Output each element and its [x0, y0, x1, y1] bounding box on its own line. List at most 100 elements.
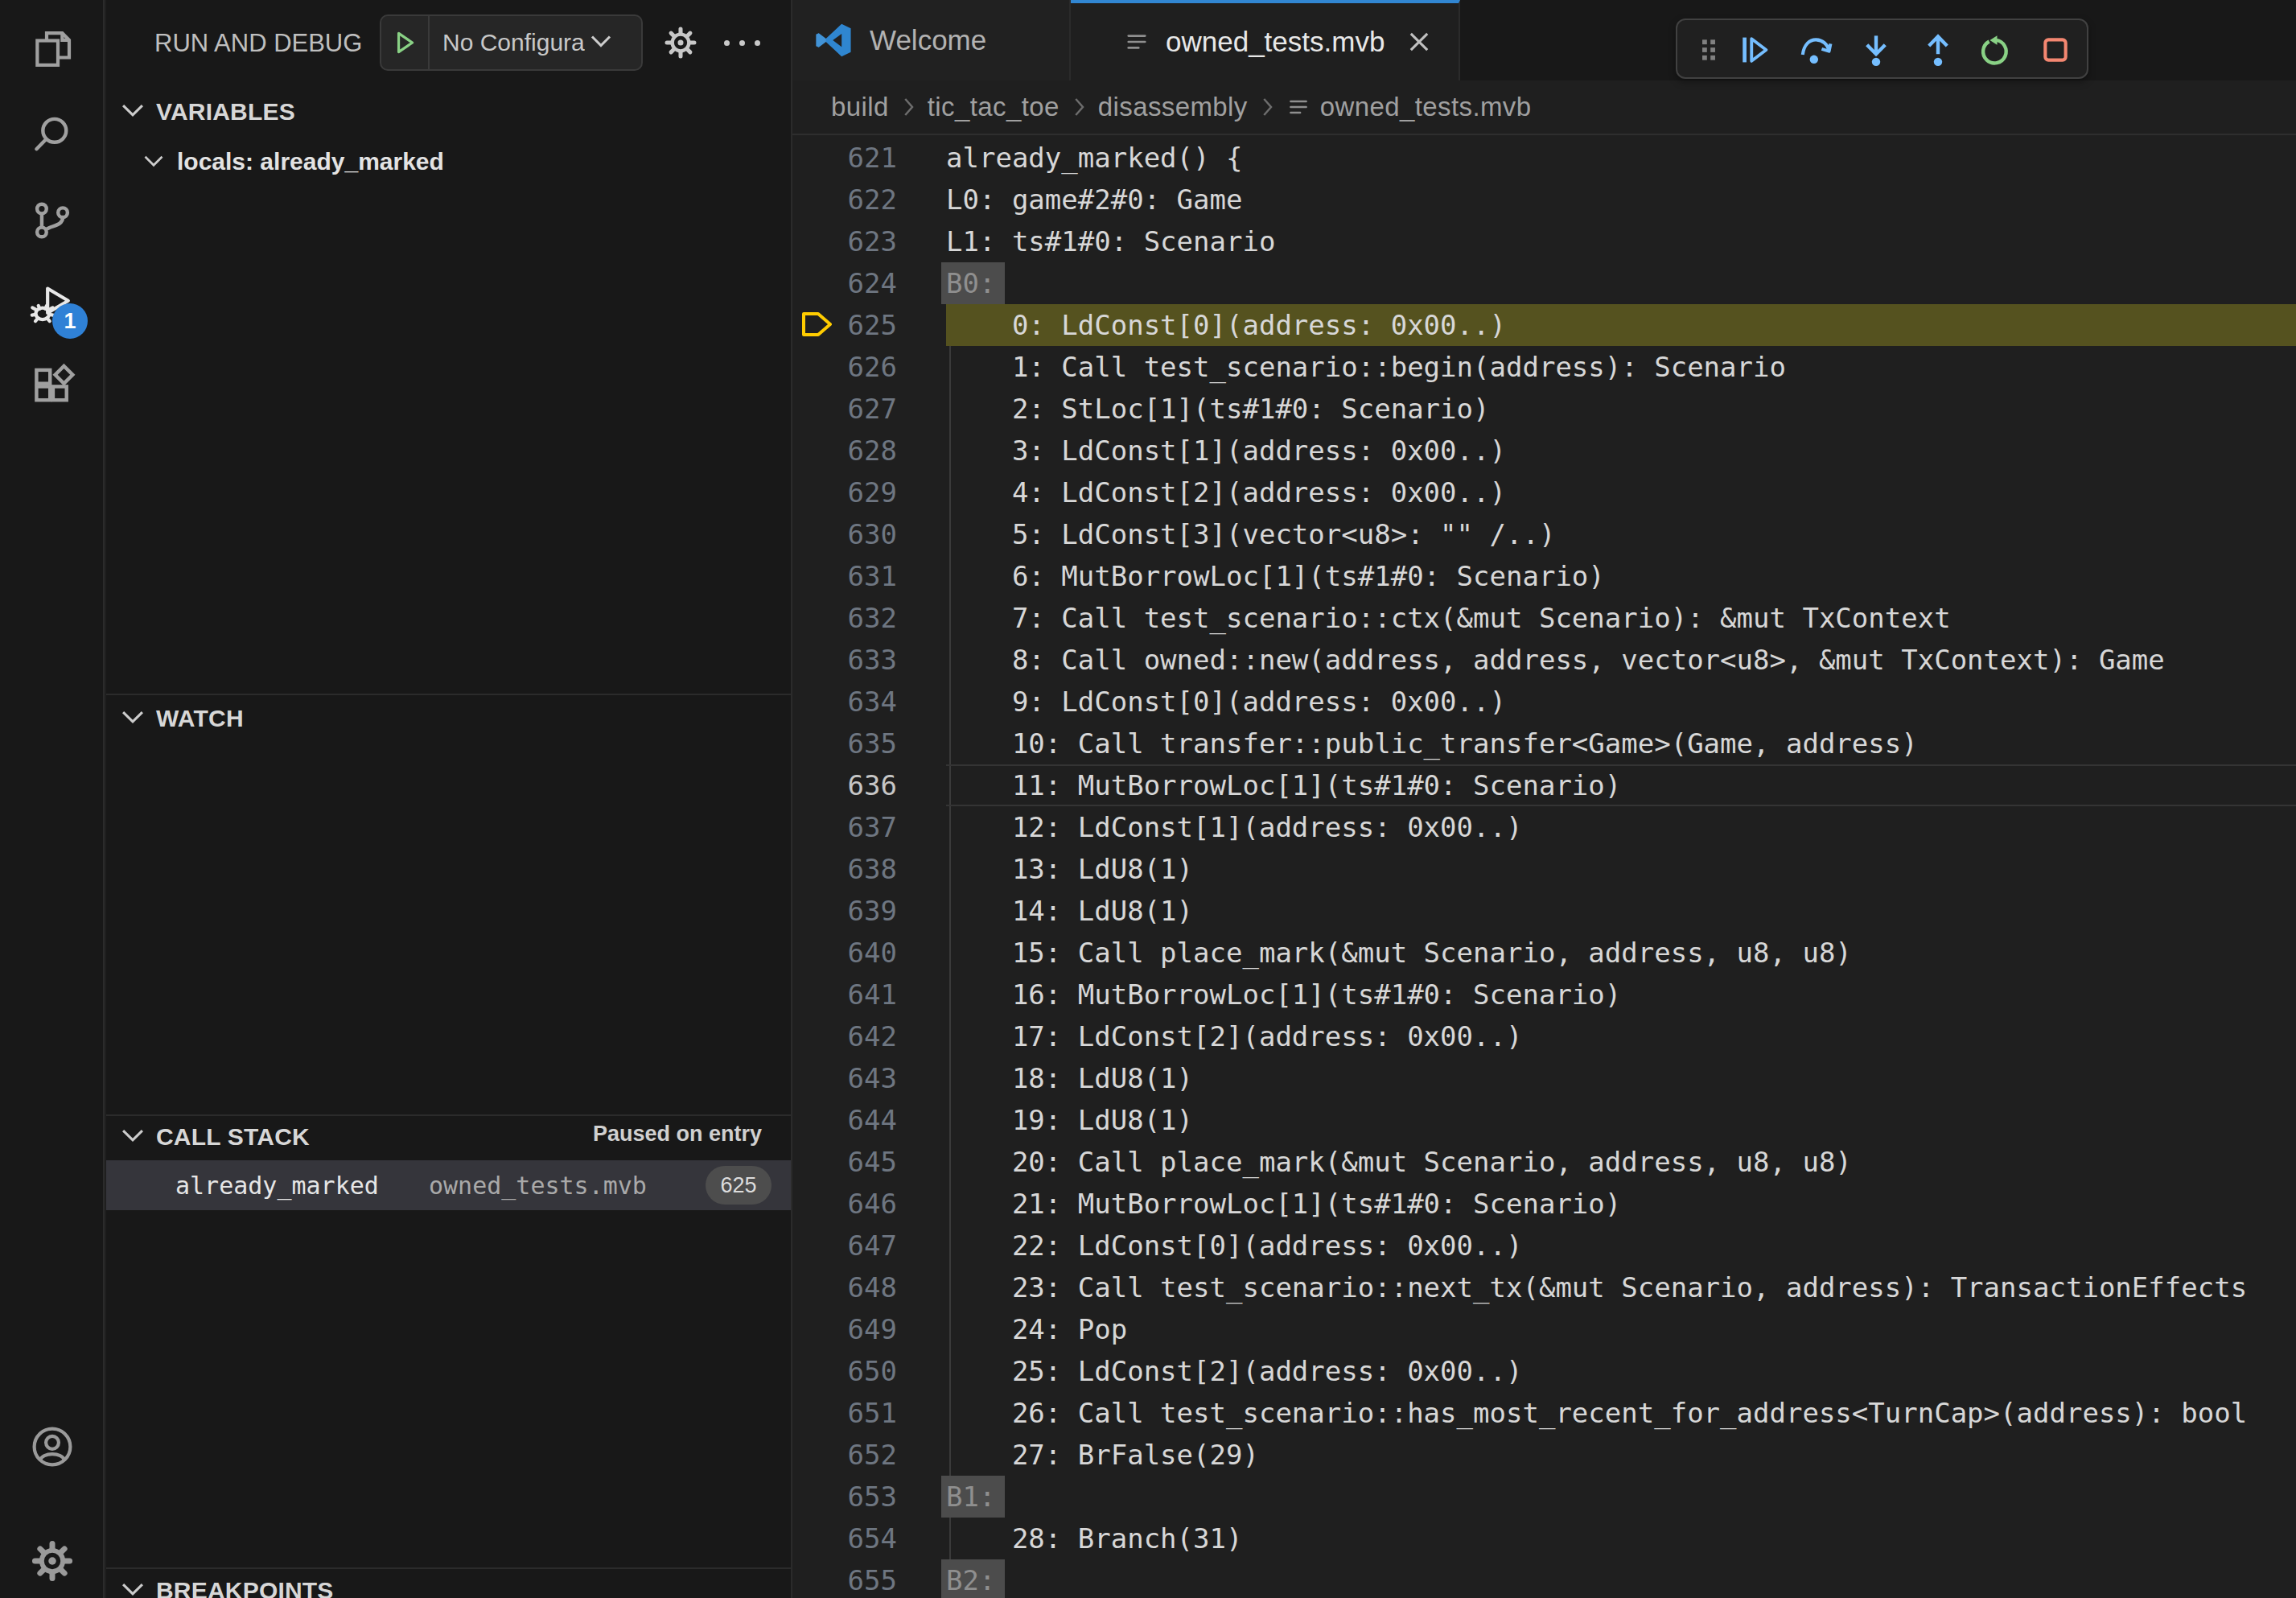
search-icon[interactable] — [30, 112, 75, 157]
code-line[interactable]: 626 1: Call test_scenario::begin(address… — [792, 346, 2296, 388]
code-line[interactable]: 654 28: Branch(31) — [792, 1518, 2296, 1559]
code-line[interactable]: 628 3: LdConst[1](address: 0x00..) — [792, 430, 2296, 472]
code-line[interactable]: 625 0: LdConst[0](address: 0x00..) — [792, 304, 2296, 346]
line-text: L1: ts#1#0: Scenario — [946, 220, 1275, 262]
code-line[interactable]: 650 25: LdConst[2](address: 0x00..) — [792, 1350, 2296, 1392]
breadcrumb-item[interactable]: owned_tests.mvb — [1320, 92, 1532, 122]
code-line[interactable]: 651 26: Call test_scenario::has_most_rec… — [792, 1392, 2296, 1434]
code-line[interactable]: 653 B1: — [792, 1476, 2296, 1518]
code-line[interactable]: 642 17: LdConst[2](address: 0x00..) — [792, 1015, 2296, 1057]
step-into-icon[interactable] — [1858, 32, 1894, 68]
line-number: 640 — [792, 932, 897, 974]
line-number: 655 — [792, 1559, 897, 1598]
code-line[interactable]: 623 L1: ts#1#0: Scenario — [792, 220, 2296, 262]
code-line[interactable]: 639 14: LdU8(1) — [792, 890, 2296, 932]
chevron-down-icon[interactable] — [119, 100, 146, 121]
editor-region: Welcome owned_tests.mvb build tic_tac_to… — [792, 0, 2296, 1598]
line-text: 2: StLoc[1](ts#1#0: Scenario) — [946, 388, 1490, 430]
code-line[interactable]: 646 21: MutBorrowLoc[1](ts#1#0: Scenario… — [792, 1183, 2296, 1225]
code-line[interactable]: 635 10: Call transfer::public_transfer<G… — [792, 723, 2296, 764]
start-debug-icon[interactable] — [381, 27, 428, 58]
line-number: 652 — [792, 1434, 897, 1476]
config-dropdown-label[interactable]: No Configura — [442, 29, 585, 56]
breadcrumb-item[interactable]: disassembly — [1098, 92, 1248, 122]
chevron-down-icon[interactable] — [119, 1579, 146, 1598]
frame-function: already_marked — [175, 1172, 379, 1200]
code-line[interactable]: 641 16: MutBorrowLoc[1](ts#1#0: Scenario… — [792, 974, 2296, 1015]
line-text: 15: Call place_mark(&mut Scenario, addre… — [946, 932, 1852, 974]
code-line[interactable]: 633 8: Call owned::new(address, address,… — [792, 639, 2296, 681]
line-text: 19: LdU8(1) — [946, 1099, 1193, 1141]
code-line[interactable]: 652 27: BrFalse(29) — [792, 1434, 2296, 1476]
settings-gear-icon[interactable] — [30, 1538, 75, 1584]
line-text: B2: — [941, 1559, 1005, 1598]
tab-label: Welcome — [870, 24, 986, 56]
code-line[interactable]: 627 2: StLoc[1](ts#1#0: Scenario) — [792, 388, 2296, 430]
close-icon[interactable] — [1405, 28, 1433, 56]
line-number: 630 — [792, 513, 897, 555]
call-stack-section-header[interactable]: CALL STACK — [156, 1123, 310, 1151]
step-out-icon[interactable] — [1920, 32, 1956, 68]
code-line[interactable]: 643 18: LdU8(1) — [792, 1057, 2296, 1099]
line-text: 24: Pop — [946, 1308, 1127, 1350]
code-line[interactable]: 637 12: LdConst[1](address: 0x00..) — [792, 806, 2296, 848]
restart-icon[interactable] — [1977, 32, 2013, 68]
code-line[interactable]: 638 13: LdU8(1) — [792, 848, 2296, 890]
line-number: 649 — [792, 1308, 897, 1350]
run-and-debug-panel: RUN AND DEBUG No Configura V — [106, 0, 792, 1598]
code-line[interactable]: 629 4: LdConst[2](address: 0x00..) — [792, 472, 2296, 513]
stack-frame-row[interactable]: already_marked owned_tests.mvb 625 — [106, 1160, 791, 1210]
line-text: 18: LdU8(1) — [946, 1057, 1193, 1099]
account-icon[interactable] — [30, 1424, 75, 1469]
explorer-icon[interactable] — [30, 27, 75, 72]
step-over-icon[interactable] — [1798, 32, 1833, 68]
tab-welcome[interactable]: Welcome — [792, 0, 1071, 80]
line-number: 645 — [792, 1141, 897, 1183]
watch-section-header[interactable]: WATCH — [156, 705, 244, 732]
debug-badge: 1 — [52, 303, 88, 339]
code-line[interactable]: 632 7: Call test_scenario::ctx(&mut Scen… — [792, 597, 2296, 639]
extensions-icon[interactable] — [30, 363, 75, 408]
breakpoints-section-header[interactable]: BREAKPOINTS — [156, 1577, 334, 1598]
code-line[interactable]: 647 22: LdConst[0](address: 0x00..) — [792, 1225, 2296, 1266]
code-line[interactable]: 624 B0: — [792, 262, 2296, 304]
line-text: 26: Call test_scenario::has_most_recent_… — [946, 1392, 2247, 1434]
more-actions-icon[interactable] — [719, 25, 764, 60]
code-line[interactable]: 621 already_marked() { — [792, 137, 2296, 179]
chevron-down-icon[interactable] — [119, 706, 146, 727]
drag-handle-icon[interactable] — [1691, 32, 1726, 68]
line-text: already_marked() { — [946, 137, 1242, 179]
code-line[interactable]: 648 23: Call test_scenario::next_tx(&mut… — [792, 1266, 2296, 1308]
debug-config-dropdown[interactable]: No Configura — [380, 14, 643, 71]
debug-settings-gear-icon[interactable] — [663, 25, 698, 60]
line-number: 623 — [792, 220, 897, 262]
code-line[interactable]: 630 5: LdConst[3](vector<u8>: "" /..) — [792, 513, 2296, 555]
line-number: 631 — [792, 555, 897, 597]
line-text: 4: LdConst[2](address: 0x00..) — [946, 472, 1506, 513]
variables-section-header[interactable]: VARIABLES — [156, 98, 295, 126]
code-line[interactable]: 649 24: Pop — [792, 1308, 2296, 1350]
code-line[interactable]: 644 19: LdU8(1) — [792, 1099, 2296, 1141]
line-text: 3: LdConst[1](address: 0x00..) — [946, 430, 1506, 472]
line-number: 636 — [792, 764, 897, 806]
code-line[interactable]: 640 15: Call place_mark(&mut Scenario, a… — [792, 932, 2296, 974]
code-line[interactable]: 636 11: MutBorrowLoc[1](ts#1#0: Scenario… — [792, 764, 2296, 806]
code-line[interactable]: 631 6: MutBorrowLoc[1](ts#1#0: Scenario) — [792, 555, 2296, 597]
code-line[interactable]: 655 B2: — [792, 1559, 2296, 1598]
locals-scope-row[interactable]: locals: already_marked — [106, 137, 791, 187]
source-control-icon[interactable] — [30, 198, 75, 243]
chevron-down-icon — [142, 151, 169, 172]
line-number: 628 — [792, 430, 897, 472]
tab-owned-tests[interactable]: owned_tests.mvb — [1071, 0, 1460, 80]
chevron-down-icon[interactable] — [119, 1125, 146, 1146]
code-line[interactable]: 645 20: Call place_mark(&mut Scenario, a… — [792, 1141, 2296, 1183]
line-number: 626 — [792, 346, 897, 388]
code-line[interactable]: 634 9: LdConst[0](address: 0x00..) — [792, 681, 2296, 723]
line-text: 0: LdConst[0](address: 0x00..) — [946, 304, 1506, 346]
breadcrumb-item[interactable]: tic_tac_toe — [928, 92, 1060, 122]
breadcrumb-item[interactable]: build — [831, 92, 889, 122]
code-line[interactable]: 622 L0: game#2#0: Game — [792, 179, 2296, 220]
continue-icon[interactable] — [1736, 32, 1771, 68]
code-editor[interactable]: 621 already_marked() { 622 L0: game#2#0:… — [792, 135, 2296, 1598]
stop-icon[interactable] — [2038, 32, 2073, 68]
